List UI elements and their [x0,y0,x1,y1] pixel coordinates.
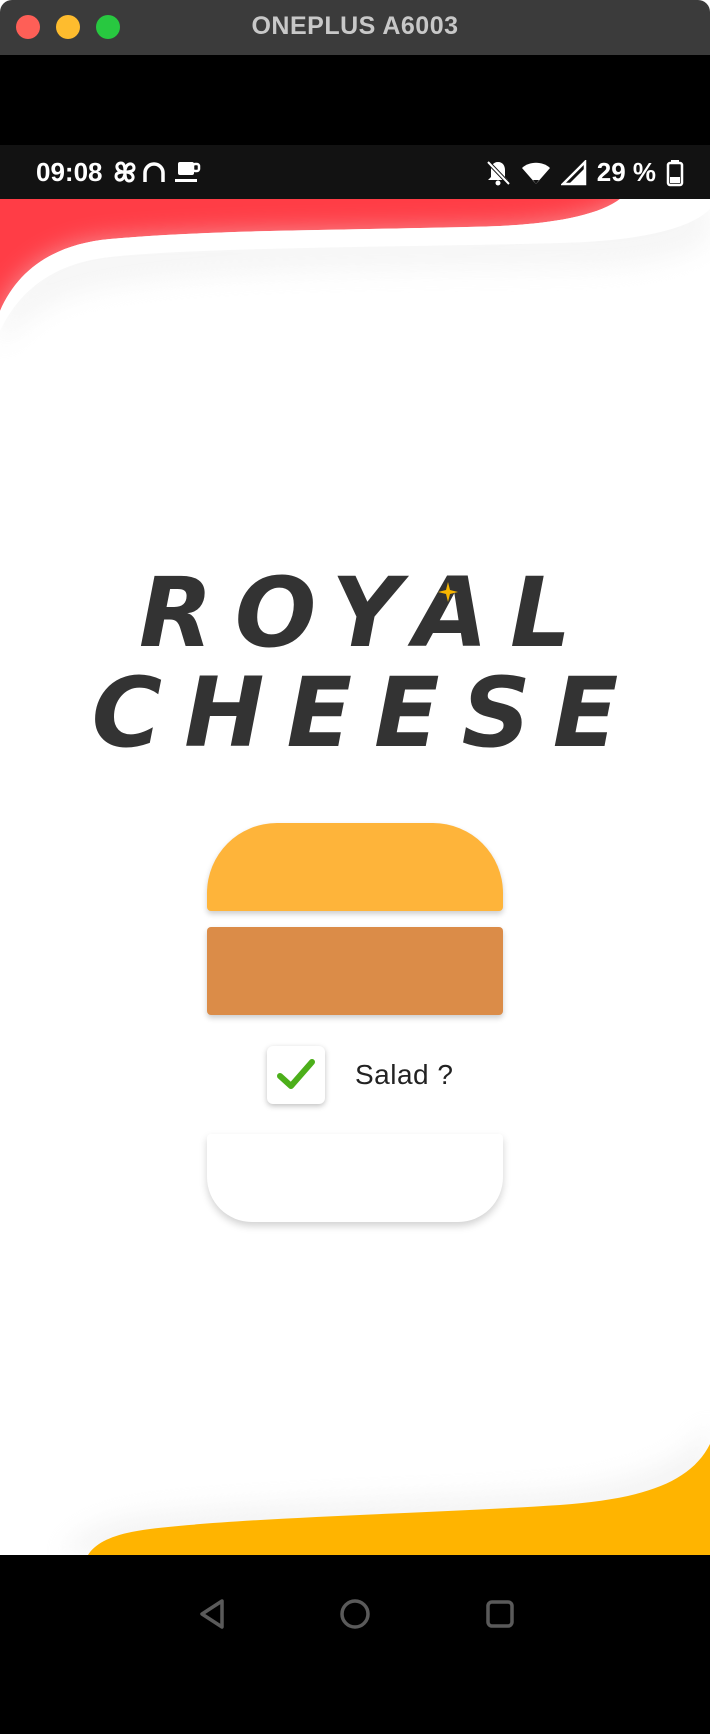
device-top-bezel [0,55,710,145]
burger-top-bun [207,823,503,911]
navigation-bar [0,1555,710,1734]
app-screen: ROYAL CHEESE Salad ? [0,199,710,1555]
status-icons-left [112,158,212,191]
signal-icon [560,159,586,185]
salad-option: Salad ? [267,1045,453,1105]
window-title-bar: ONEPLUS A6003 [0,0,710,55]
bell-off-icon [486,160,511,185]
sparkle-icon [438,582,458,602]
headset-icon [143,162,165,182]
burger-bottom-bun [207,1134,503,1222]
battery-percentage: 29 % [596,157,656,187]
status-icons-right: 29 % [485,157,684,188]
wifi-icon [521,162,550,184]
title-royal: ROYAL [138,557,594,669]
status-bar: 09:08 29 % [0,145,710,199]
salad-checkbox[interactable] [267,1046,325,1104]
recents-icon[interactable] [484,1597,516,1631]
status-time: 09:08 [36,157,103,187]
home-icon[interactable] [338,1597,372,1631]
coffee-icon [175,162,201,182]
burger-patty [207,927,503,1015]
pinwheel-icon [114,161,136,183]
salad-label: Salad ? [355,1059,454,1090]
battery-icon [666,159,684,186]
checkmark-icon [277,1059,315,1089]
window-title: ONEPLUS A6003 [251,12,459,40]
title-cheese: CHEESE [91,657,641,769]
back-icon[interactable] [196,1597,228,1631]
